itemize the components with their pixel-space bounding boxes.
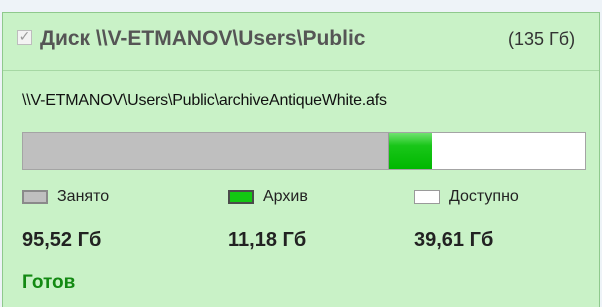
usage-bar-archive xyxy=(389,133,433,169)
archive-path: \\V-ETMANOV\Users\Public\archiveAntiqueW… xyxy=(22,92,387,109)
used-value: 95,52 Гб xyxy=(22,229,102,251)
status-text: Готов xyxy=(22,272,76,293)
disk-panel: ✓ Диск \\V-ETMANOV\Users\Public (135 Гб)… xyxy=(2,12,600,307)
used-swatch-icon xyxy=(22,190,48,204)
archive-swatch-icon xyxy=(228,190,254,204)
disk-title: Диск \\V-ETMANOV\Users\Public xyxy=(40,27,366,50)
free-swatch-icon xyxy=(414,190,440,204)
disk-capacity: (135 Гб) xyxy=(508,29,576,49)
archive-value: 11,18 Гб xyxy=(228,229,307,251)
usage-bar xyxy=(22,132,586,170)
usage-bar-used xyxy=(23,133,390,169)
legend-archive-label: Архив xyxy=(263,188,308,205)
disk-checkbox[interactable]: ✓ xyxy=(17,30,32,45)
legend-used-label: Занято xyxy=(57,188,110,205)
panel-header: ✓ Диск \\V-ETMANOV\Users\Public (135 Гб) xyxy=(3,13,599,71)
free-value: 39,61 Гб xyxy=(414,229,494,251)
legend-free-label: Доступно xyxy=(449,188,519,205)
